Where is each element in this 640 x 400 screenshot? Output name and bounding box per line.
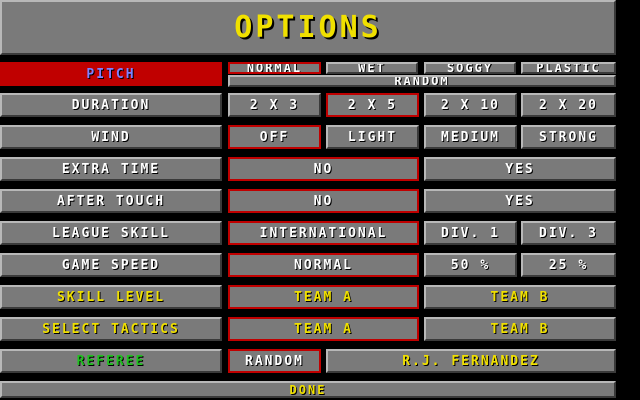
wind-label: WIND [0, 125, 222, 149]
league-skill-option-div1[interactable]: DIV. 1 [424, 221, 517, 245]
pitch-option-soggy[interactable]: SOGGY [424, 62, 516, 74]
after-touch-label: AFTER TOUCH [0, 189, 222, 213]
duration-option-2x5[interactable]: 2 X 5 [326, 93, 419, 117]
done-button[interactable]: DONE [0, 381, 616, 398]
wind-option-off[interactable]: OFF [228, 125, 321, 149]
league-skill-label: LEAGUE SKILL [0, 221, 222, 245]
duration-option-2x20[interactable]: 2 X 20 [521, 93, 616, 117]
after-touch-option-yes[interactable]: YES [424, 189, 616, 213]
select-tactics-option-team-a[interactable]: TEAM A [228, 317, 419, 341]
skill-level-option-team-b[interactable]: TEAM B [424, 285, 616, 309]
skill-level-label: SKILL LEVEL [0, 285, 222, 309]
skill-level-option-team-a[interactable]: TEAM A [228, 285, 419, 309]
extra-time-label: EXTRA TIME [0, 157, 222, 181]
league-skill-option-div3[interactable]: DIV. 3 [521, 221, 616, 245]
duration-label: DURATION [0, 93, 222, 117]
select-tactics-option-team-b[interactable]: TEAM B [424, 317, 616, 341]
wind-option-medium[interactable]: MEDIUM [424, 125, 517, 149]
pitch-option-wet[interactable]: WET [326, 62, 418, 74]
wind-option-light[interactable]: LIGHT [326, 125, 419, 149]
pitch-label: PITCH [0, 62, 222, 86]
duration-option-2x3[interactable]: 2 X 3 [228, 93, 321, 117]
extra-time-option-yes[interactable]: YES [424, 157, 616, 181]
extra-time-option-no[interactable]: NO [228, 157, 419, 181]
page-title: OPTIONS [0, 0, 616, 55]
duration-option-2x10[interactable]: 2 X 10 [424, 93, 517, 117]
pitch-option-plastic[interactable]: PLASTIC [521, 62, 616, 74]
referee-label: REFEREE [0, 349, 222, 373]
referee-option-random[interactable]: RANDOM [228, 349, 321, 373]
league-skill-option-international[interactable]: INTERNATIONAL [228, 221, 419, 245]
game-speed-option-normal[interactable]: NORMAL [228, 253, 419, 277]
after-touch-option-no[interactable]: NO [228, 189, 419, 213]
select-tactics-label: SELECT TACTICS [0, 317, 222, 341]
referee-option-fernandez[interactable]: R.J. FERNANDEZ [326, 349, 616, 373]
pitch-option-normal[interactable]: NORMAL [228, 62, 321, 74]
wind-option-strong[interactable]: STRONG [521, 125, 616, 149]
game-speed-option-50[interactable]: 50 % [424, 253, 517, 277]
game-speed-option-25[interactable]: 25 % [521, 253, 616, 277]
game-speed-label: GAME SPEED [0, 253, 222, 277]
pitch-option-random[interactable]: RANDOM [228, 75, 616, 87]
